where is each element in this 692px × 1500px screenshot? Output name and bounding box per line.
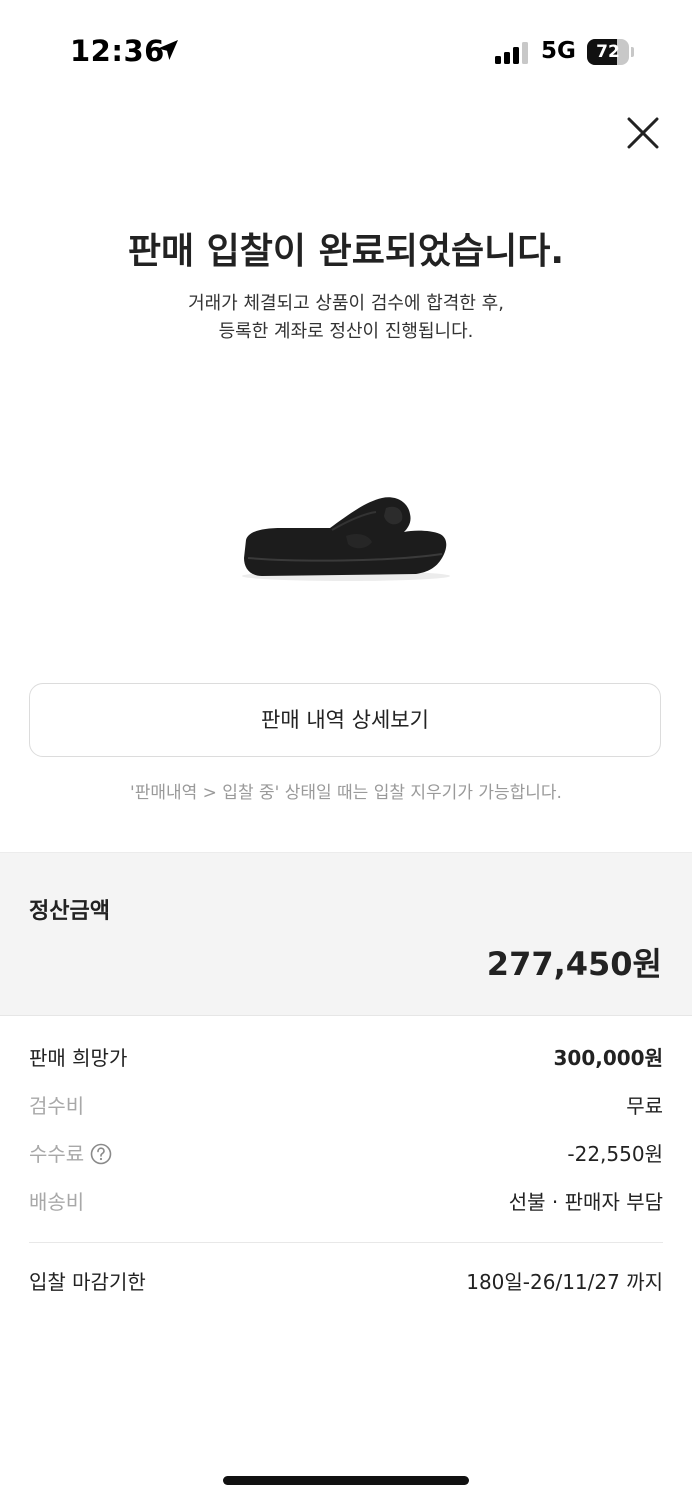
page-title: 판매 입찰이 완료되었습니다.: [127, 231, 565, 272]
product-image: [242, 497, 450, 581]
battery-indicator: 72: [587, 39, 635, 65]
commission-label: 수수료: [29, 1142, 85, 1166]
close-icon[interactable]: [622, 112, 664, 154]
settlement-label: 정산금액: [29, 899, 110, 924]
subtitle-line-1: 거래가 체결되고 상품이 검수에 합격한 후,: [188, 293, 504, 314]
bid-delete-hint: '판매내역 > 입찰 중' 상태일 때는 입찰 지우기가 가능합니다.: [130, 783, 562, 803]
commission-row: 수수료 -22,550원: [29, 1138, 663, 1170]
battery-body: 72: [587, 39, 629, 65]
bid-deadline-row: 입찰 마감기한 180일-26/11/27 까지: [29, 1266, 663, 1298]
bid-deadline-value: 180일-26/11/27 까지: [466, 1270, 663, 1294]
network-type: 5G: [541, 38, 576, 64]
desired-price-label: 판매 희망가: [29, 1046, 128, 1070]
location-arrow-icon: [158, 40, 178, 60]
battery-percent: 72: [596, 42, 620, 62]
settlement-amount: 277,450원: [486, 945, 662, 983]
sales-history-detail-button[interactable]: 판매 내역 상세보기: [29, 683, 661, 757]
status-bar: 12:36 5G 72: [0, 0, 692, 100]
cellular-signal-icon: [495, 42, 528, 64]
battery-tip: [631, 47, 634, 57]
shipping-fee-row: 배송비 선불 · 판매자 부담: [29, 1186, 663, 1218]
subtitle-line-2: 등록한 계좌로 정산이 진행됩니다.: [218, 321, 474, 342]
page-subtitle: 거래가 체결되고 상품이 검수에 합격한 후, 등록한 계좌로 정산이 진행됩니…: [0, 290, 692, 346]
section-divider: [29, 1242, 663, 1243]
home-indicator[interactable]: [223, 1476, 469, 1485]
status-time: 12:36: [70, 34, 165, 68]
commission-value: -22,550원: [567, 1142, 663, 1166]
shipping-fee-value: 선불 · 판매자 부담: [508, 1190, 663, 1214]
desired-price-row: 판매 희망가 300,000원: [29, 1042, 663, 1074]
inspection-fee-row: 검수비 무료: [29, 1090, 663, 1122]
inspection-fee-value: 무료: [626, 1094, 663, 1118]
shipping-fee-label: 배송비: [29, 1190, 85, 1214]
inspection-fee-label: 검수비: [29, 1094, 85, 1118]
commission-label-group: 수수료: [29, 1138, 112, 1167]
settlement-panel: 정산금액 277,450원: [0, 852, 692, 1016]
desired-price-value: 300,000원: [553, 1046, 664, 1070]
bid-deadline-label: 입찰 마감기한: [29, 1270, 146, 1294]
help-question-icon[interactable]: [90, 1143, 112, 1165]
